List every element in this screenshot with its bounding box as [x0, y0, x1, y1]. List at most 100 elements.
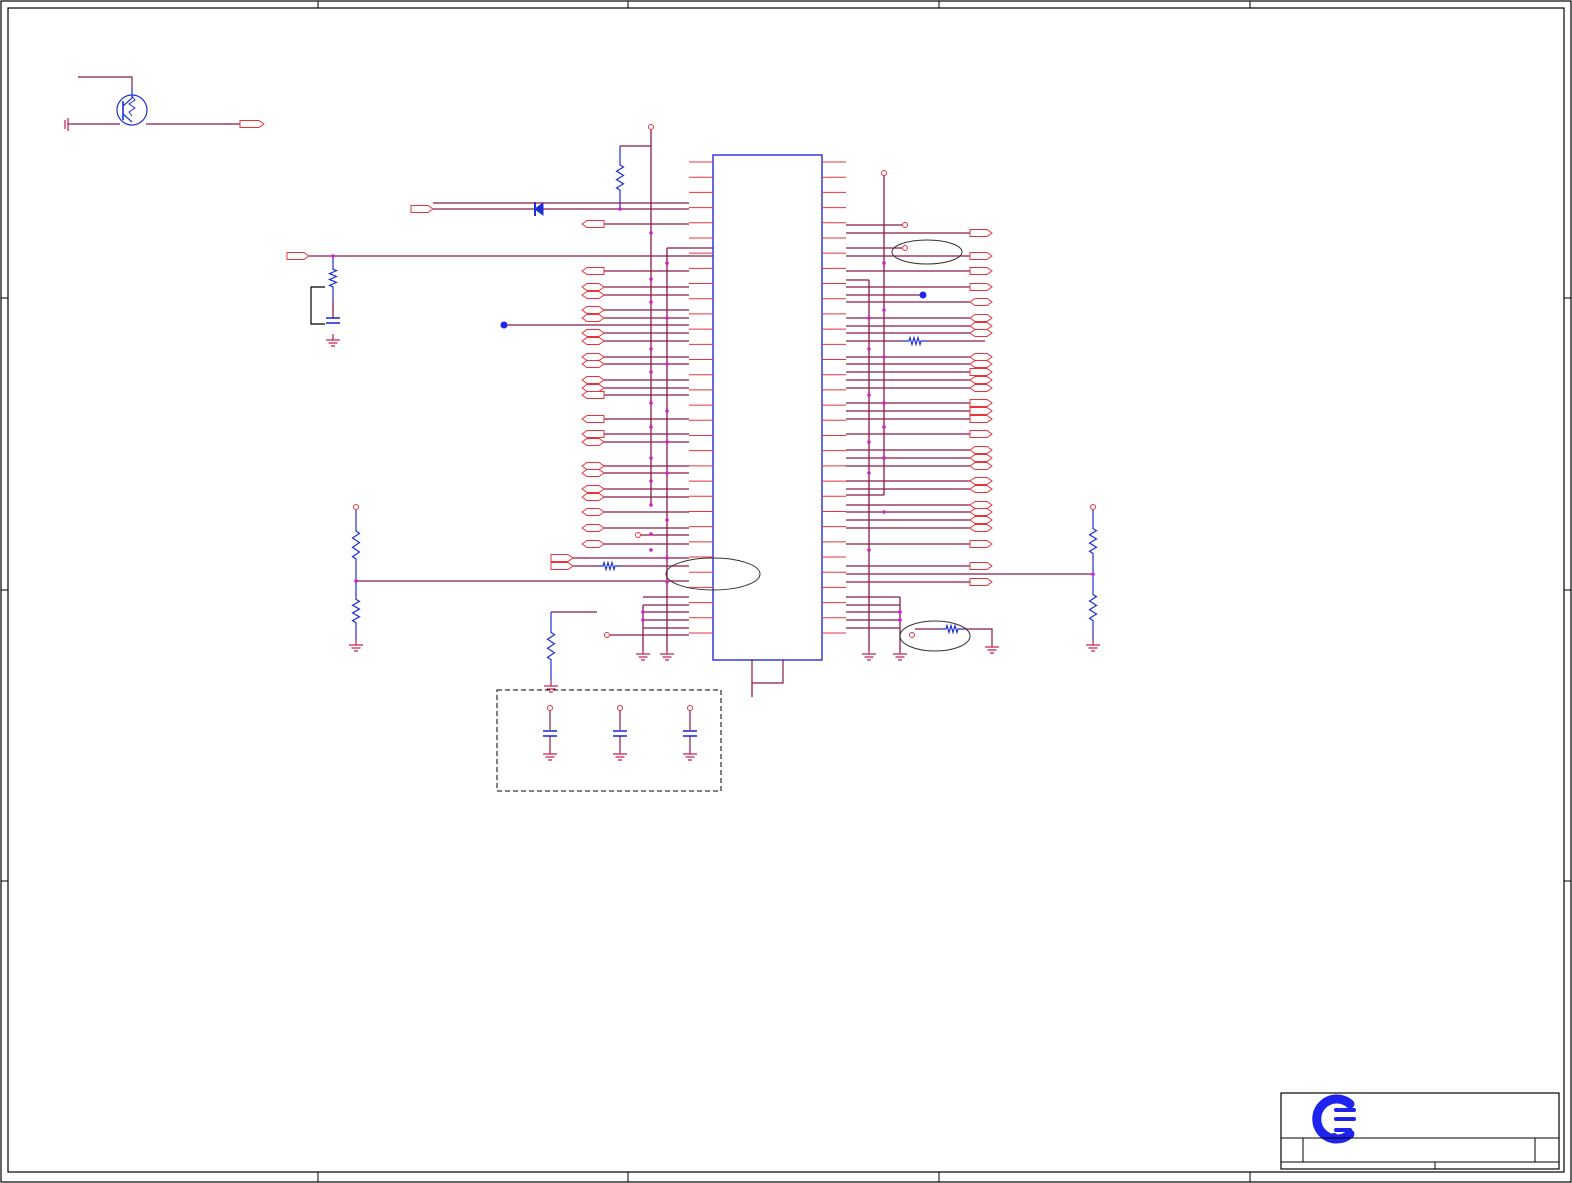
net-port [969, 524, 993, 532]
net-port [581, 360, 605, 368]
main-ic [689, 154, 846, 661]
ground-icon [636, 648, 650, 661]
power-terminal [547, 705, 553, 711]
net-port [550, 562, 574, 570]
ground-icon [862, 648, 876, 661]
resistor [903, 335, 927, 347]
net-port [969, 415, 993, 423]
ground-icon [1086, 639, 1100, 652]
wire [78, 76, 133, 88]
net-port [581, 384, 605, 392]
net-port [550, 554, 574, 562]
junction-dot [665, 261, 669, 265]
net-port [969, 283, 993, 291]
power-terminal [635, 532, 641, 538]
power-terminal [902, 245, 908, 251]
power-terminal [648, 124, 654, 130]
net-tie-dot [919, 291, 927, 299]
junction-dot [882, 355, 886, 359]
net-port [969, 329, 993, 337]
net-port [581, 415, 605, 423]
ground-icon [326, 334, 340, 347]
junction-dot [882, 510, 886, 514]
net-port [581, 376, 605, 384]
power-terminal [687, 705, 693, 711]
junction-dot [665, 471, 669, 475]
net-port [969, 501, 993, 509]
components [64, 88, 1100, 792]
net-port [581, 462, 605, 470]
junction-dot [665, 518, 669, 522]
junction-dot [354, 579, 358, 583]
net-port [969, 446, 993, 454]
junction-dot [649, 425, 653, 429]
resistor [597, 560, 621, 572]
net-tie-dot [500, 321, 508, 329]
resistor [940, 623, 964, 635]
net-port [581, 391, 605, 399]
junction-dot [618, 207, 622, 211]
diode-icon [534, 202, 544, 216]
net-port [581, 220, 605, 228]
resistor [351, 582, 361, 640]
net-port [969, 360, 993, 368]
ground-icon [613, 748, 627, 761]
net-ports [239, 120, 993, 586]
junction-dot [898, 610, 902, 614]
net-port [969, 485, 993, 493]
power-terminal [881, 170, 887, 176]
junction-dot [649, 300, 653, 304]
junction-dot [649, 503, 653, 507]
schematic-sheet [0, 0, 1572, 1183]
net-port [969, 562, 993, 570]
net-port [410, 205, 434, 213]
junction-dot [665, 440, 669, 444]
junction-dot [867, 393, 871, 397]
net-port [581, 469, 605, 477]
decoupling-group-box [496, 689, 722, 792]
net-port [969, 229, 993, 237]
wires [68, 76, 1093, 750]
ground-icon [660, 648, 674, 661]
junction-dot [641, 610, 645, 614]
ground-icon [985, 641, 999, 654]
junction-dot [649, 456, 653, 460]
ground-icon [893, 648, 907, 661]
net-port [969, 252, 993, 260]
net-port [969, 430, 993, 438]
net-port [581, 485, 605, 493]
resistor [351, 510, 361, 580]
junction-dot [867, 347, 871, 351]
net-port [581, 306, 605, 314]
company-logo-icon [1312, 1094, 1356, 1144]
junction-dot [898, 618, 902, 622]
junction-dot [649, 277, 653, 281]
net-port [581, 353, 605, 361]
net-port [969, 376, 993, 384]
npn-transistor-icon [116, 88, 148, 126]
power-terminal [1090, 504, 1096, 510]
net-port [969, 508, 993, 516]
net-port [969, 578, 993, 586]
ic-body [712, 154, 823, 661]
junction-dot [867, 316, 871, 320]
net-port [581, 267, 605, 275]
sheet-frame [0, 0, 1572, 1183]
net-port [286, 252, 310, 260]
net-port [969, 298, 993, 306]
inner-border [7, 7, 1565, 1173]
power-terminal [353, 504, 359, 510]
net-port [969, 540, 993, 548]
logo-dot [1330, 1133, 1338, 1141]
junction-dot [882, 261, 886, 265]
junction-dot [649, 532, 653, 536]
net-port [581, 283, 605, 291]
net-port [581, 438, 605, 446]
net-port [969, 399, 993, 407]
ground-icon [683, 748, 697, 761]
net-port [581, 329, 605, 337]
net-port [581, 493, 605, 501]
junction-dot [665, 362, 669, 366]
net-port [969, 454, 993, 462]
power-terminal [617, 705, 623, 711]
